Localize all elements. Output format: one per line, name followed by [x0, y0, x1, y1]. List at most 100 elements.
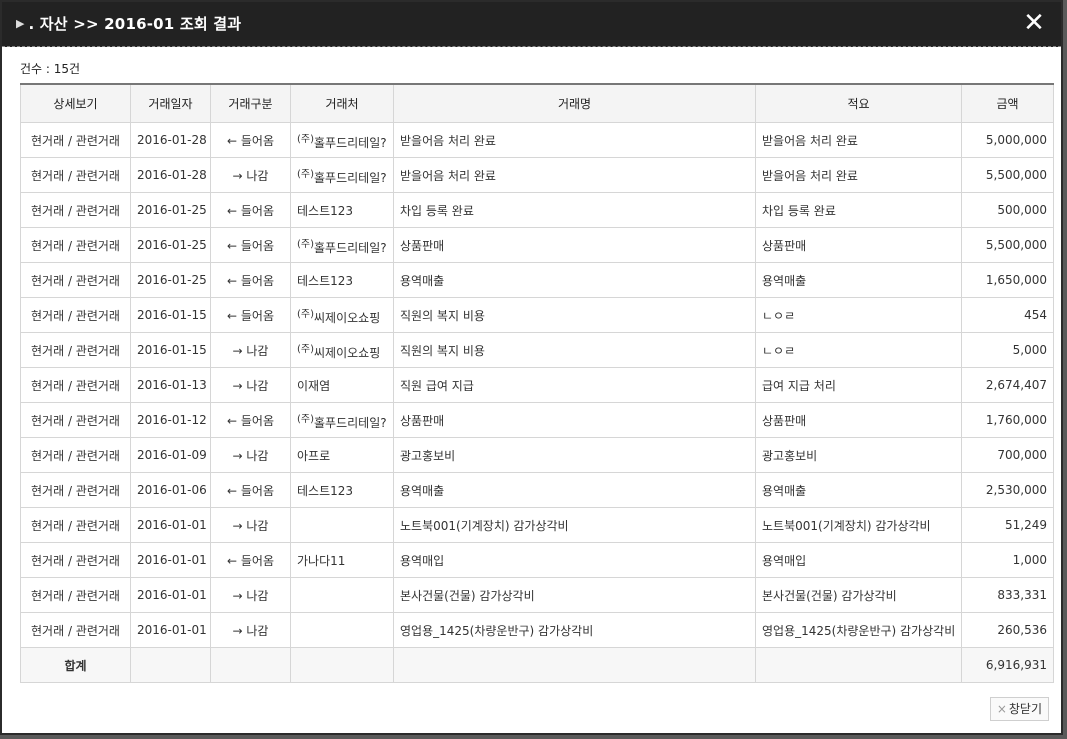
- vendor-name: 가나다11: [297, 553, 346, 568]
- type-cell: → 나감: [210, 507, 291, 543]
- detail-link[interactable]: 현거래 / 관련거래: [20, 367, 131, 403]
- total-empty-cell: [210, 647, 291, 683]
- detail-link[interactable]: 현거래 / 관련거래: [20, 297, 131, 333]
- date-cell: 2016-01-28: [130, 122, 211, 158]
- detail-link[interactable]: 현거래 / 관련거래: [20, 192, 131, 228]
- memo-cell: ㄴㅇㄹ: [755, 332, 962, 368]
- memo-cell: 본사건물(건물) 감가상각비: [755, 577, 962, 613]
- date-cell: 2016-01-25: [130, 192, 211, 228]
- amount-cell: 5,500,000: [961, 227, 1054, 263]
- amount-cell: 51,249: [961, 507, 1054, 543]
- table-row: 현거래 / 관련거래 2016-01-09 → 나감 아프로 광고홍보비 광고홍보비 700…: [20, 437, 1054, 473]
- close-window-button[interactable]: × 창닫기: [989, 697, 1049, 721]
- table-body: 현거래 / 관련거래 2016-01-28 ← 들어옴 (주)홀푸드리테일? 받을어음 …: [20, 122, 1054, 648]
- amount-cell: 500,000: [961, 192, 1054, 228]
- memo-cell: 용역매출: [755, 472, 962, 508]
- vendor-cell: (주)홀푸드리테일?: [290, 227, 394, 263]
- vendor-prefix: (주): [297, 343, 315, 355]
- type-cell: ← 들어옴: [210, 227, 291, 263]
- amount-cell: 1,650,000: [961, 262, 1054, 298]
- amount-cell: 5,500,000: [961, 157, 1054, 193]
- date-cell: 2016-01-25: [130, 262, 211, 298]
- transaction-name-cell: 영업용_1425(차량운반구) 감가상각비: [393, 612, 756, 648]
- vendor-cell: 아프로: [290, 437, 394, 473]
- type-cell: → 나감: [210, 332, 291, 368]
- detail-link[interactable]: 현거래 / 관련거래: [20, 332, 131, 368]
- date-cell: 2016-01-13: [130, 367, 211, 403]
- detail-link[interactable]: 현거래 / 관련거래: [20, 122, 131, 158]
- date-cell: 2016-01-28: [130, 157, 211, 193]
- vendor-name: 테스트123: [297, 203, 354, 218]
- date-cell: 2016-01-25: [130, 227, 211, 263]
- total-row: 합계 6,916,931: [20, 647, 1054, 683]
- type-cell: ← 들어옴: [210, 192, 291, 228]
- vendor-cell: 테스트123: [290, 472, 394, 508]
- vendor-cell: [290, 507, 394, 543]
- transaction-name-cell: 노트북001(기계장치) 감가상각비: [393, 507, 756, 543]
- transaction-name-cell: 차입 등록 완료: [393, 192, 756, 228]
- total-empty-cell: [130, 647, 211, 683]
- detail-link[interactable]: 현거래 / 관련거래: [20, 227, 131, 263]
- type-cell: → 나감: [210, 437, 291, 473]
- vendor-cell: 가나다11: [290, 542, 394, 578]
- detail-link[interactable]: 현거래 / 관련거래: [20, 612, 131, 648]
- type-cell: ← 들어옴: [210, 262, 291, 298]
- detail-link[interactable]: 현거래 / 관련거래: [20, 542, 131, 578]
- memo-cell: 받을어음 처리 완료: [755, 122, 962, 158]
- transaction-name-cell: 직원의 복지 비용: [393, 297, 756, 333]
- table-row: 현거래 / 관련거래 2016-01-25 ← 들어옴 테스트123 차입 등록 완료 차…: [20, 192, 1054, 228]
- header-type: 거래구분: [210, 83, 291, 123]
- transaction-name-cell: 받을어음 처리 완료: [393, 122, 756, 158]
- vendor-cell: (주)홀푸드리테일?: [290, 157, 394, 193]
- detail-link[interactable]: 현거래 / 관련거래: [20, 472, 131, 508]
- table-row: 현거래 / 관련거래 2016-01-01 → 나감 본사건물(건물) 감가상각비 본사…: [20, 577, 1054, 613]
- vendor-cell: [290, 577, 394, 613]
- memo-cell: 차입 등록 완료: [755, 192, 962, 228]
- table-row: 현거래 / 관련거래 2016-01-15 ← 들어옴 (주)씨제이오쇼핑 직원의 복지…: [20, 297, 1054, 333]
- date-cell: 2016-01-01: [130, 542, 211, 578]
- detail-link[interactable]: 현거래 / 관련거래: [20, 507, 131, 543]
- table-row: 현거래 / 관련거래 2016-01-13 → 나감 이재염 직원 급여 지급 급여 지급…: [20, 367, 1054, 403]
- vendor-prefix: (주): [297, 168, 315, 180]
- total-empty-cell: [755, 647, 962, 683]
- detail-link[interactable]: 현거래 / 관련거래: [20, 437, 131, 473]
- header-vendor: 거래처: [290, 83, 394, 123]
- vendor-name: 홀푸드리테일?: [314, 135, 387, 150]
- detail-link[interactable]: 현거래 / 관련거래: [20, 402, 131, 438]
- vendor-name: 씨제이오쇼핑: [314, 345, 381, 360]
- vendor-cell: 이재염: [290, 367, 394, 403]
- detail-link[interactable]: 현거래 / 관련거래: [20, 157, 131, 193]
- table-row: 현거래 / 관련거래 2016-01-01 ← 들어옴 가나다11 용역매입 용역매입 1,…: [20, 542, 1054, 578]
- vendor-name: 이재염: [297, 378, 331, 393]
- transactions-table: 상세보기 거래일자 거래구분 거래처 거래명 적요 금액 현거래 / 관련거래 2…: [20, 83, 1054, 683]
- vendor-cell: (주)홀푸드리테일?: [290, 122, 394, 158]
- amount-cell: 833,331: [961, 577, 1054, 613]
- header-date: 거래일자: [130, 83, 211, 123]
- transaction-name-cell: 광고홍보비: [393, 437, 756, 473]
- type-cell: → 나감: [210, 612, 291, 648]
- detail-link[interactable]: 현거래 / 관련거래: [20, 262, 131, 298]
- date-cell: 2016-01-01: [130, 612, 211, 648]
- close-small-icon: ×: [996, 702, 1007, 716]
- date-cell: 2016-01-01: [130, 577, 211, 613]
- memo-cell: 노트북001(기계장치) 감가상각비: [755, 507, 962, 543]
- total-amount: 6,916,931: [961, 647, 1054, 683]
- amount-cell: 2,674,407: [961, 367, 1054, 403]
- detail-link[interactable]: 현거래 / 관련거래: [20, 577, 131, 613]
- table-row: 현거래 / 관련거래 2016-01-25 ← 들어옴 (주)홀푸드리테일? 상품판매 상…: [20, 227, 1054, 263]
- transaction-name-cell: 용역매입: [393, 542, 756, 578]
- table-row: 현거래 / 관련거래 2016-01-25 ← 들어옴 테스트123 용역매출 용역매출 1…: [20, 262, 1054, 298]
- total-empty-cell: [290, 647, 394, 683]
- modal-titlebar: ▶ . 자산 >> 2016-01 조회 결과 ✕: [2, 2, 1061, 47]
- vendor-name: 아프로: [297, 448, 331, 463]
- memo-cell: 급여 지급 처리: [755, 367, 962, 403]
- table-row: 현거래 / 관련거래 2016-01-15 → 나감 (주)씨제이오쇼핑 직원의 복지 …: [20, 332, 1054, 368]
- close-icon[interactable]: ✕: [1021, 10, 1047, 36]
- vendor-cell: [290, 612, 394, 648]
- modal-title: . 자산 >> 2016-01 조회 결과: [28, 15, 242, 33]
- memo-cell: 용역매출: [755, 262, 962, 298]
- transaction-name-cell: 본사건물(건물) 감가상각비: [393, 577, 756, 613]
- memo-cell: ㄴㅇㄹ: [755, 297, 962, 333]
- table-row: 현거래 / 관련거래 2016-01-28 ← 들어옴 (주)홀푸드리테일? 받을어음 …: [20, 122, 1054, 158]
- transaction-name-cell: 용역매출: [393, 262, 756, 298]
